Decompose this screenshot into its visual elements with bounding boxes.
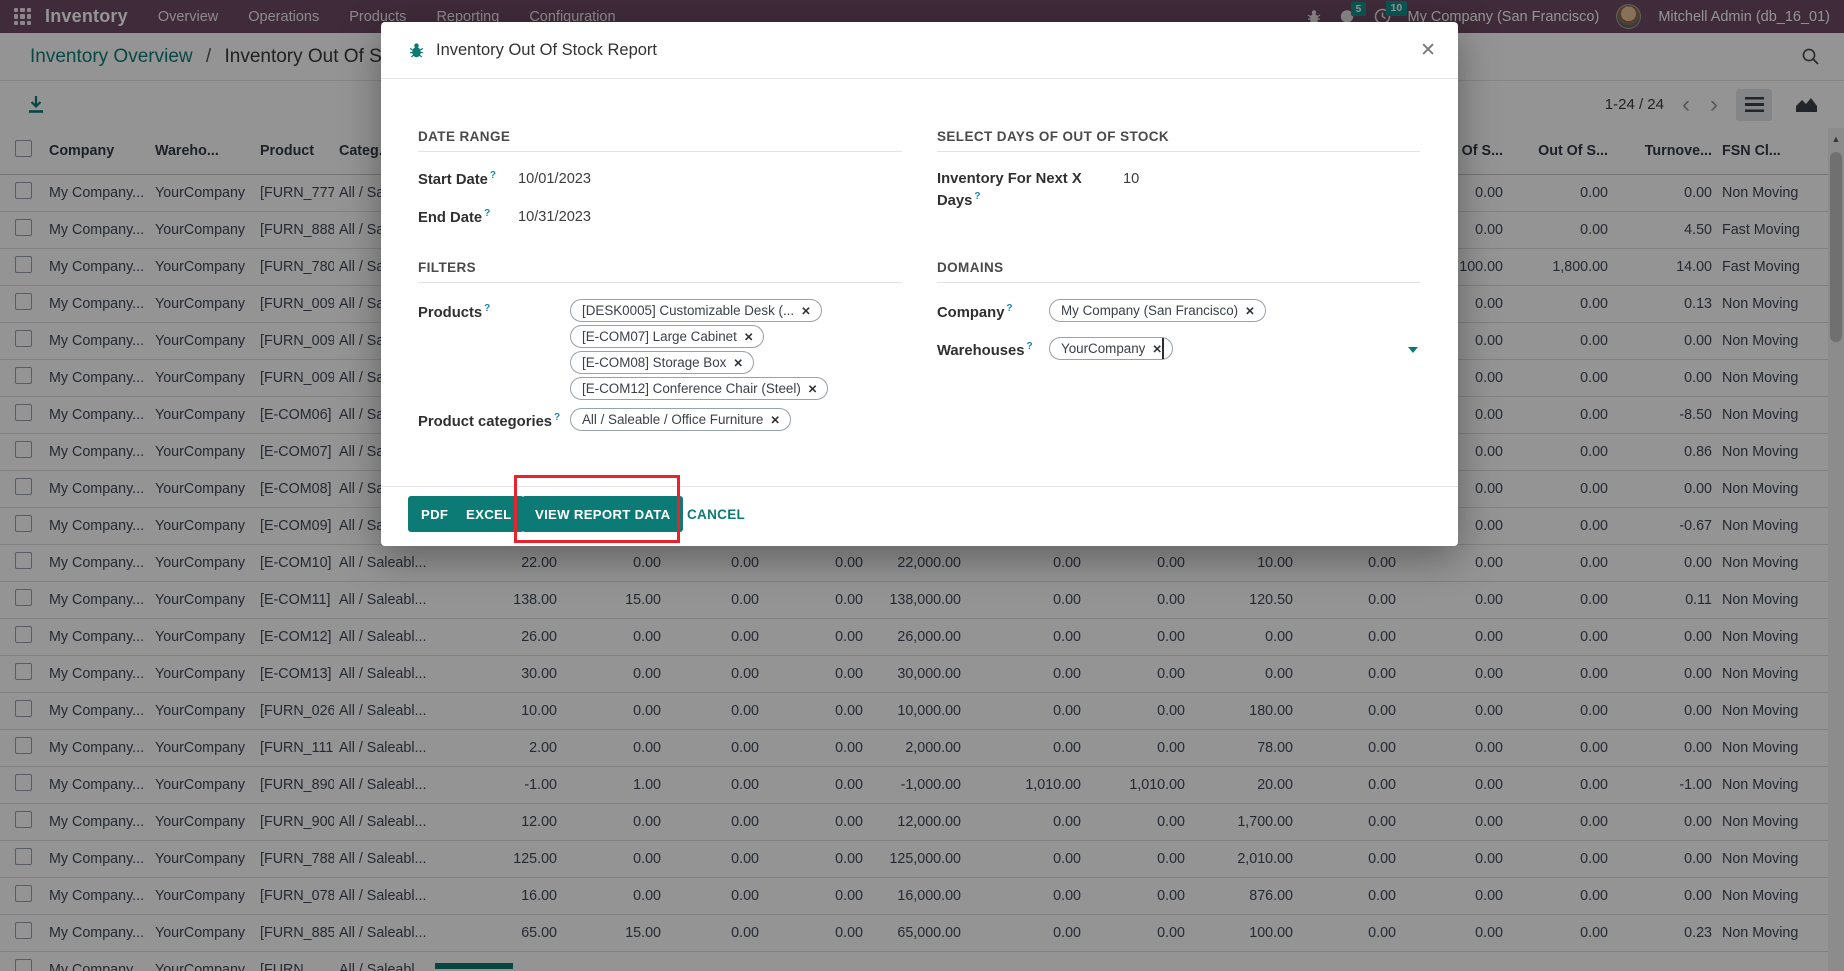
tag-label: My Company (San Francisco): [1061, 303, 1238, 318]
end-date-field[interactable]: 10/31/2023: [518, 209, 591, 225]
dialog-header: Inventory Out Of Stock Report ✕: [381, 22, 1458, 79]
tag-remove-icon[interactable]: ✕: [1245, 304, 1255, 318]
section-domains: DOMAINS: [937, 260, 1004, 275]
bug-icon: [408, 42, 425, 59]
dialog-title: Inventory Out Of Stock Report: [436, 41, 657, 60]
start-date-label: Start Date?: [418, 170, 496, 188]
end-date-label: End Date?: [418, 208, 490, 226]
tag[interactable]: [E-COM07] Large Cabinet ✕: [570, 325, 764, 348]
section-filters: FILTERS: [418, 260, 476, 275]
days-label: Inventory For Next X Days?: [937, 170, 1109, 212]
help-icon[interactable]: ?: [1026, 341, 1032, 352]
tag-label: [E-COM07] Large Cabinet: [582, 329, 737, 344]
tag[interactable]: YourCompany ✕: [1049, 337, 1173, 360]
cancel-button[interactable]: CANCEL: [687, 496, 745, 532]
tag[interactable]: My Company (San Francisco) ✕: [1049, 299, 1266, 322]
chevron-down-icon[interactable]: [1408, 347, 1418, 353]
product-categories-field[interactable]: All / Saleable / Office Furniture ✕: [570, 408, 791, 431]
tag-remove-icon[interactable]: ✕: [808, 382, 818, 396]
tag-remove-icon[interactable]: ✕: [1152, 342, 1162, 356]
section-days: SELECT DAYS OF OUT OF STOCK: [937, 129, 1169, 144]
view-report-data-button[interactable]: VIEW REPORT DATA: [522, 496, 683, 532]
product-categories-label: Product categories?: [418, 412, 560, 430]
tag[interactable]: [DESK0005] Customizable Desk (... ✕: [570, 299, 822, 322]
tag-label: [DESK0005] Customizable Desk (...: [582, 303, 794, 318]
warehouses-field[interactable]: YourCompany ✕: [1049, 337, 1173, 360]
out-of-stock-report-dialog: Inventory Out Of Stock Report ✕ DATE RAN…: [381, 22, 1458, 546]
tag-remove-icon[interactable]: ✕: [733, 356, 743, 370]
company-field[interactable]: My Company (San Francisco) ✕: [1049, 299, 1266, 322]
help-icon[interactable]: ?: [1006, 303, 1012, 314]
help-icon[interactable]: ?: [484, 208, 490, 219]
help-icon[interactable]: ?: [554, 412, 560, 423]
text-cursor: [1162, 338, 1164, 359]
tag-label: All / Saleable / Office Furniture: [582, 412, 763, 427]
tag-label: [E-COM12] Conference Chair (Steel): [582, 381, 801, 396]
tag[interactable]: All / Saleable / Office Furniture ✕: [570, 408, 791, 431]
close-icon[interactable]: ✕: [1420, 41, 1436, 60]
products-label: Products?: [418, 303, 490, 321]
tag[interactable]: [E-COM08] Storage Box ✕: [570, 351, 754, 374]
tag-label: YourCompany: [1061, 341, 1145, 356]
help-icon[interactable]: ?: [484, 303, 490, 314]
tag-remove-icon[interactable]: ✕: [744, 330, 754, 344]
warehouses-label: Warehouses?: [937, 341, 1033, 359]
help-icon[interactable]: ?: [490, 170, 496, 181]
section-date-range: DATE RANGE: [418, 129, 510, 144]
start-date-field[interactable]: 10/01/2023: [518, 171, 591, 187]
tag-remove-icon[interactable]: ✕: [770, 413, 780, 427]
excel-button[interactable]: EXCEL: [453, 496, 524, 532]
tag[interactable]: [E-COM12] Conference Chair (Steel) ✕: [570, 377, 828, 400]
company-label: Company?: [937, 303, 1013, 321]
tag-label: [E-COM08] Storage Box: [582, 355, 726, 370]
help-icon[interactable]: ?: [974, 191, 980, 202]
tag-remove-icon[interactable]: ✕: [801, 304, 811, 318]
days-field[interactable]: 10: [1123, 171, 1139, 187]
products-field[interactable]: [DESK0005] Customizable Desk (...✕[E-COM…: [570, 299, 828, 400]
